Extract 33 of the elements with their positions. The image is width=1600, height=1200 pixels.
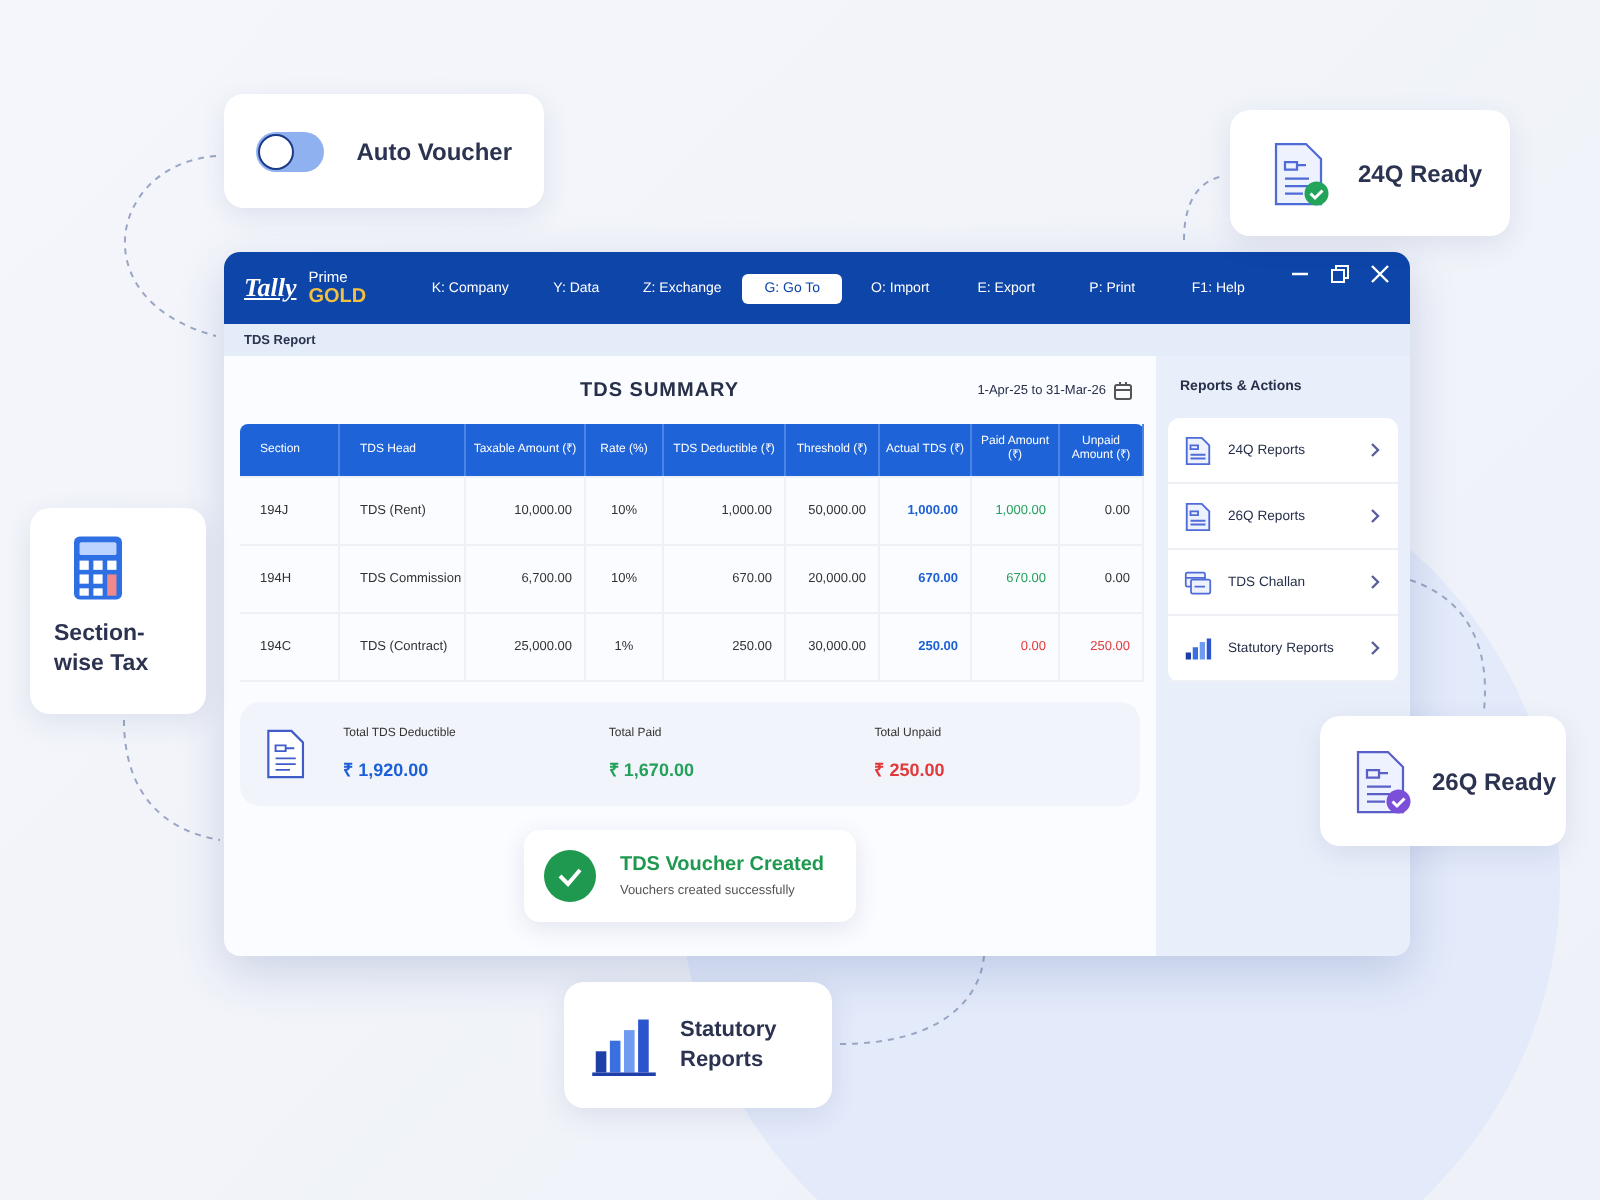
card-label: Auto Voucher	[356, 137, 512, 165]
card-label: Statutory Reports	[680, 1015, 779, 1075]
edition-name: GOLD	[308, 288, 367, 308]
cards-icon	[1184, 567, 1212, 597]
toggle-switch[interactable]	[256, 131, 325, 171]
logo: Tally	[244, 272, 297, 304]
chevron-right-icon	[1370, 508, 1382, 524]
calendar-icon[interactable]	[1114, 381, 1132, 399]
dashed-connector	[1183, 175, 1225, 241]
document-icon	[264, 726, 308, 782]
report-title: TDS SUMMARY	[580, 379, 740, 401]
check-circle-icon	[543, 850, 596, 902]
close-icon[interactable]	[1370, 264, 1390, 284]
total-value: ₹ 250.00	[874, 757, 947, 781]
document-icon	[1184, 435, 1212, 465]
chevron-right-icon	[1370, 640, 1382, 656]
document-check-icon	[1352, 747, 1412, 815]
card-label: 26Q Ready	[1432, 767, 1557, 795]
toast-title: TDS Voucher Created	[619, 854, 825, 876]
card-label: 24Q Ready	[1358, 159, 1483, 187]
total-value: ₹ 1,670.00	[608, 757, 696, 781]
calculator-icon	[74, 536, 122, 600]
chevron-right-icon	[1370, 574, 1382, 590]
chevron-right-icon	[1370, 442, 1382, 458]
dashed-connector	[1409, 579, 1486, 711]
document-check-icon	[1270, 139, 1330, 207]
dashed-connector	[123, 719, 221, 841]
total-value: ₹ 1,920.00	[343, 757, 431, 781]
restore-icon[interactable]	[1330, 264, 1350, 284]
document-icon	[1184, 501, 1212, 531]
bar-chart-icon	[592, 1015, 656, 1075]
bar-chart-icon	[1184, 633, 1212, 663]
card-label: Section-wise Tax	[54, 620, 151, 680]
